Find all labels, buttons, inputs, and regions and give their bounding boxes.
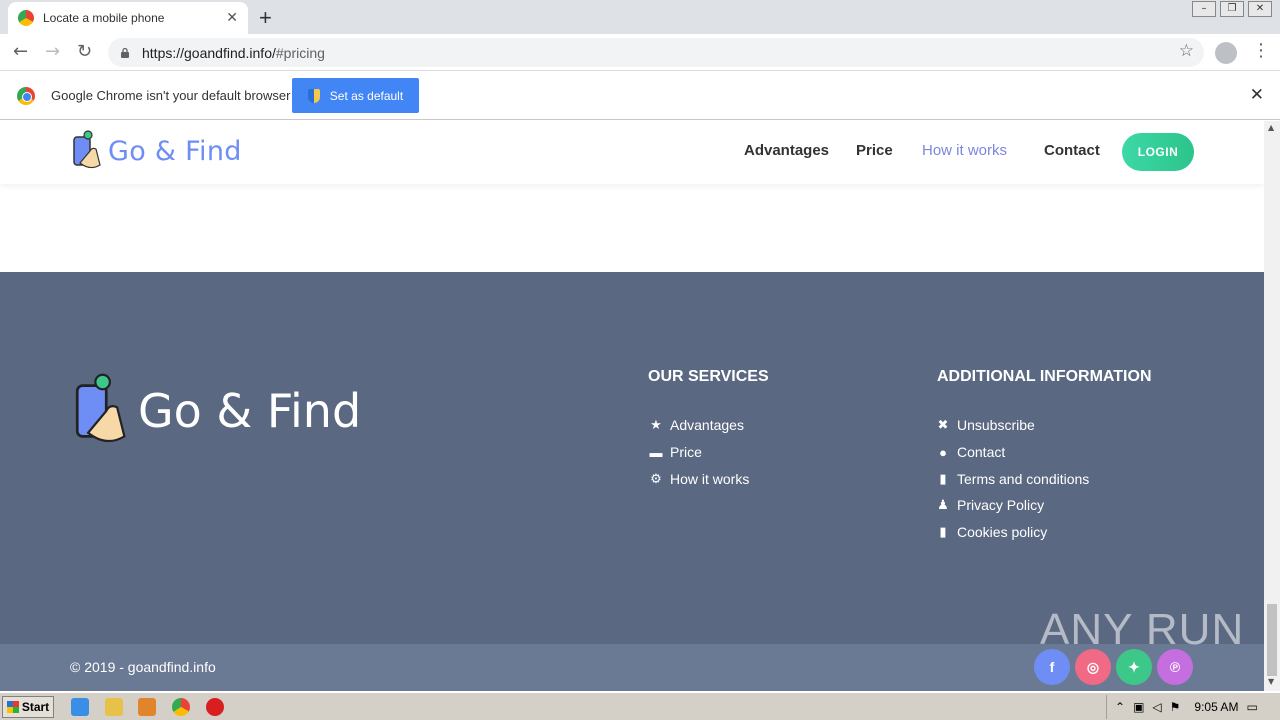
footer-brand-text: Go & Find: [138, 384, 362, 438]
services-heading: OUR SERVICES: [648, 368, 769, 385]
scroll-up-arrow-icon[interactable]: ▲: [1268, 123, 1274, 132]
security-app-icon[interactable]: [206, 698, 224, 716]
login-button[interactable]: LOGIN: [1122, 133, 1194, 171]
anyrun-watermark: ANY RUN: [1040, 605, 1245, 654]
infobar-message: Google Chrome isn't your default browser: [51, 88, 291, 103]
windows-flag-icon: [6, 701, 19, 713]
footer-link-label: Price: [670, 444, 702, 460]
media-player-icon[interactable]: [138, 698, 156, 716]
footer-logo[interactable]: Go & Find: [70, 370, 361, 452]
bookmark-star-icon[interactable]: ☆: [1179, 41, 1194, 61]
nav-contact[interactable]: Contact: [1044, 142, 1100, 159]
network-icon[interactable]: ▣: [1133, 700, 1144, 714]
lock-icon: [121, 47, 129, 58]
clock[interactable]: 9:05 AM: [1194, 700, 1238, 714]
credit-card-icon: ▬: [649, 444, 663, 460]
page-scrollbar[interactable]: ▲ ▼: [1264, 121, 1280, 691]
reload-icon[interactable]: ↻: [77, 41, 92, 62]
footer-link-price[interactable]: ▬ Price: [647, 444, 702, 460]
document-icon: ▮: [939, 471, 947, 486]
footer-link-label: Terms and conditions: [957, 471, 1090, 487]
footer-link-label: Unsubscribe: [957, 417, 1035, 433]
bookmark-icon: ▮: [939, 524, 947, 539]
windows-taskbar: Start ⌃ ▣ ◁ ⚑ 9:05 AM ▭: [0, 692, 1280, 720]
set-as-default-label: Set as default: [329, 88, 404, 103]
browser-tab-strip: Locate a mobile phone ✕ + – ❐ ✕: [0, 0, 1280, 34]
minimize-button[interactable]: –: [1192, 1, 1216, 17]
footer-link-advantages[interactable]: ★ Advantages: [647, 417, 744, 433]
show-desktop-icon[interactable]: ▭: [1246, 700, 1257, 714]
action-center-flag-icon[interactable]: ⚑: [1170, 700, 1181, 714]
scrollbar-thumb[interactable]: [1267, 604, 1277, 676]
browser-tab[interactable]: Locate a mobile phone ✕: [8, 2, 248, 34]
tab-close-icon[interactable]: ✕: [226, 10, 238, 26]
default-browser-infobar: Google Chrome isn't your default browser…: [0, 72, 1280, 120]
url-text: https://goandfind.info/#pricing: [142, 45, 325, 61]
footer-link-contact[interactable]: ● Contact: [934, 444, 1005, 460]
footer-link-label: Privacy Policy: [957, 497, 1045, 513]
window-close-button[interactable]: ✕: [1248, 1, 1272, 17]
tab-title: Locate a mobile phone: [43, 11, 165, 25]
footer-link-terms[interactable]: ▮ Terms and conditions: [934, 471, 1089, 487]
footer-link-label: How it works: [670, 471, 750, 487]
address-bar[interactable]: https://goandfind.info/#pricing ☆: [108, 38, 1204, 67]
system-tray: ⌃ ▣ ◁ ⚑ 9:05 AM ▭: [1106, 695, 1280, 719]
tray-expand-icon[interactable]: ⌃: [1115, 700, 1125, 714]
footer-link-privacy[interactable]: ♟ Privacy Policy: [934, 497, 1044, 513]
chrome-taskbar-icon[interactable]: [172, 698, 190, 716]
nav-advantages[interactable]: Advantages: [744, 142, 829, 159]
footer-link-how-it-works[interactable]: ⚙ How it works: [647, 471, 749, 487]
url-host: https://goandfind.info/: [142, 44, 276, 61]
set-as-default-button[interactable]: Set as default: [292, 78, 419, 113]
volume-icon[interactable]: ◁: [1152, 700, 1161, 714]
window-controls: – ❐ ✕: [1192, 1, 1272, 17]
additional-info-heading: ADDITIONAL INFORMATION: [937, 368, 1152, 385]
browser-toolbar: ← → ↻ https://goandfind.info/#pricing ☆ …: [0, 34, 1280, 71]
phone-locator-icon: [73, 130, 101, 169]
gears-icon: ⚙: [650, 471, 662, 486]
copyright-text: © 2019 - goandfind.info: [70, 659, 216, 675]
site-footer: Go & Find OUR SERVICES ★ Advantages ▬ Pr…: [0, 272, 1264, 644]
nav-how-it-works[interactable]: How it works: [922, 142, 1007, 159]
scroll-down-arrow-icon[interactable]: ▼: [1268, 677, 1274, 686]
footer-link-label: Advantages: [670, 417, 744, 433]
infobar-close-icon[interactable]: ✕: [1250, 85, 1264, 105]
star-icon: ★: [650, 417, 662, 432]
phone-locator-icon: [75, 373, 126, 443]
footer-link-label: Cookies policy: [957, 524, 1048, 540]
chrome-logo-icon: [17, 87, 35, 105]
internet-explorer-icon[interactable]: [71, 698, 89, 716]
back-arrow-icon[interactable]: ←: [13, 41, 28, 62]
user-secret-icon: ♟: [937, 497, 949, 512]
menu-dots-icon[interactable]: ⋮: [1252, 40, 1270, 61]
header-brand-text: Go & Find: [108, 135, 242, 167]
uac-shield-icon: [307, 88, 320, 103]
new-tab-button[interactable]: +: [259, 5, 272, 31]
profile-avatar-icon[interactable]: [1215, 42, 1237, 64]
start-label: Start: [21, 700, 50, 714]
close-icon: ✖: [937, 417, 949, 432]
footer-link-unsubscribe[interactable]: ✖ Unsubscribe: [934, 417, 1035, 433]
url-path: #pricing: [275, 44, 325, 61]
nav-price[interactable]: Price: [856, 142, 893, 159]
footer-link-label: Contact: [957, 444, 1006, 460]
start-button[interactable]: Start: [2, 696, 54, 718]
file-explorer-icon[interactable]: [105, 698, 123, 716]
footer-link-cookies[interactable]: ▮ Cookies policy: [934, 524, 1047, 540]
forward-arrow-icon[interactable]: →: [45, 41, 60, 62]
site-header: Go & Find Advantages Price How it works …: [0, 121, 1264, 184]
chat-bubble-icon: ●: [939, 444, 947, 460]
restore-button[interactable]: ❐: [1220, 1, 1244, 17]
tab-favicon-icon: [18, 10, 34, 26]
header-logo[interactable]: Go & Find: [70, 129, 242, 173]
